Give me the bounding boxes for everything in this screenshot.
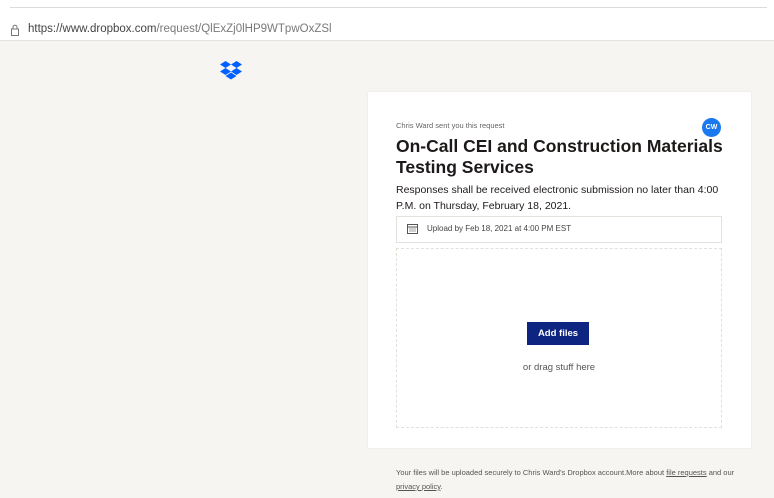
url-text[interactable]: https://www.dropbox.com/request/QlExZj0l… (28, 23, 332, 35)
footer-text: Your files will be uploaded securely to … (396, 468, 667, 477)
request-description: Responses shall be received electronic s… (396, 184, 719, 212)
footer-note: Your files will be uploaded securely to … (396, 466, 736, 494)
file-dropzone[interactable]: Add files or drag stuff here (396, 248, 722, 428)
privacy-policy-link[interactable]: privacy policy (396, 482, 440, 491)
request-title: On-Call CEI and Construction Materials T… (396, 136, 723, 177)
sender-line: Chris Ward sent you this request (396, 121, 505, 130)
footer-text-end: . (440, 482, 443, 491)
avatar[interactable]: CW (702, 118, 721, 137)
dropbox-logo-icon[interactable] (220, 61, 242, 81)
file-requests-link[interactable]: file requests (666, 468, 706, 477)
lock-icon (11, 24, 19, 36)
footer-text-middle: and our (706, 468, 735, 477)
deadline-text: Upload by Feb 18, 2021 at 4:00 PM EST (427, 224, 572, 233)
address-bar[interactable]: https://www.dropbox.com/request/QlExZj0l… (0, 8, 774, 41)
add-files-button[interactable]: Add files (527, 322, 589, 345)
file-request-card: Chris Ward sent you this request CW On-C… (368, 92, 751, 448)
calendar-icon (407, 224, 418, 234)
url-path: /request/QlExZj0lHP9WTpwOxZSl (156, 23, 332, 35)
deadline-box: Upload by Feb 18, 2021 at 4:00 PM EST (396, 216, 722, 243)
drag-hint: or drag stuff here (522, 362, 596, 373)
url-domain: https://www.dropbox.com (28, 23, 157, 35)
